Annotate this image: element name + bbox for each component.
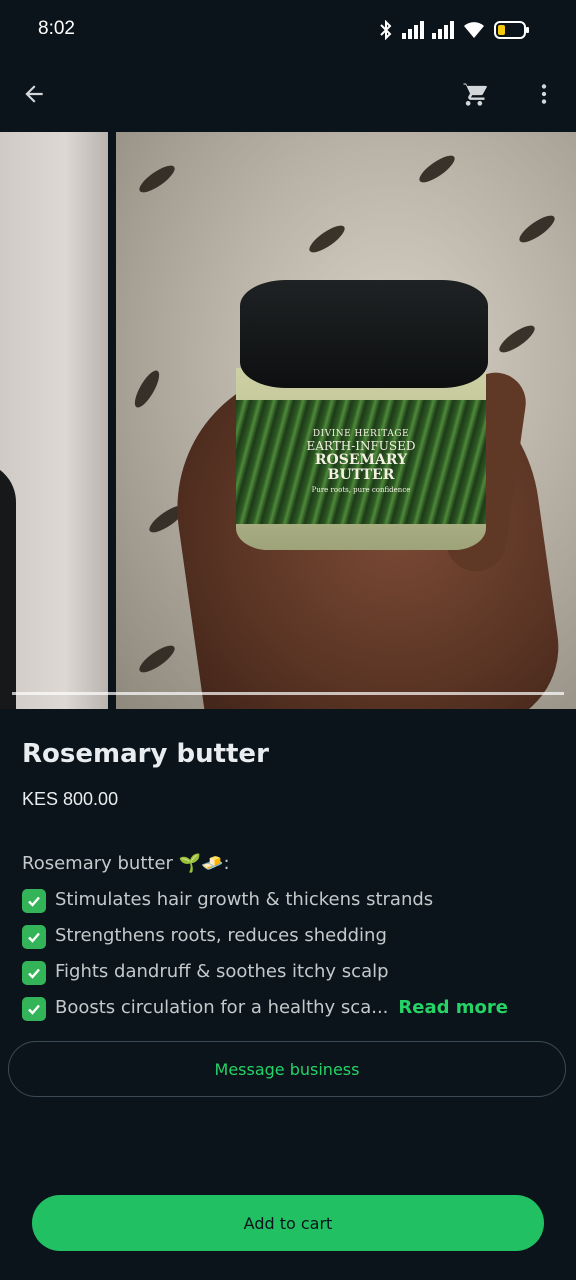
product-title: Rosemary butter <box>22 739 269 769</box>
jar-edge <box>0 462 16 709</box>
shadow-leaf <box>130 367 164 411</box>
signal-icon <box>402 21 424 39</box>
cart-icon <box>463 82 488 106</box>
shadow-leaf <box>135 161 179 197</box>
signal-icon <box>432 21 454 39</box>
description-intro: Rosemary butter 🌱🧈: <box>22 851 562 887</box>
message-business-button[interactable]: Message business <box>8 1041 566 1097</box>
back-button[interactable] <box>10 70 58 118</box>
gallery-divider <box>108 132 116 709</box>
check-icon <box>22 889 46 913</box>
gallery-indicator <box>12 692 564 695</box>
description-bullet: Stimulates hair growth & thickens strand… <box>22 887 562 923</box>
jar-line: EARTH-INFUSED <box>306 438 416 453</box>
bullet-text: Fights dandruff & soothes itchy scalp <box>55 961 389 982</box>
check-icon <box>22 961 46 985</box>
check-icon <box>22 997 46 1021</box>
more-vert-icon <box>541 84 547 104</box>
wifi-icon <box>464 22 484 38</box>
check-icon <box>22 925 46 949</box>
jar-name-2: BUTTER <box>327 467 395 484</box>
shadow-leaf <box>135 641 179 677</box>
status-time: 8:02 <box>38 18 75 39</box>
shadow-leaf <box>515 211 559 247</box>
status-icons <box>378 18 530 42</box>
app-bar <box>0 56 576 132</box>
description-bullet: Boosts circulation for a healthy sca... … <box>22 995 562 1031</box>
bullet-text: Boosts circulation for a healthy sca... <box>55 997 389 1018</box>
bluetooth-icon <box>380 20 392 40</box>
jar-lid <box>240 280 488 388</box>
arrow-back-icon <box>25 85 43 103</box>
shadow-leaf <box>305 221 349 257</box>
shadow-leaf <box>495 321 539 357</box>
bullet-text: Strengthens roots, reduces shedding <box>55 925 387 946</box>
product-price: KES 800.00 <box>22 789 119 809</box>
product-photo[interactable]: DIVINE HERITAGE EARTH-INFUSED ROSEMARY B… <box>116 132 576 709</box>
cart-button[interactable] <box>450 70 498 118</box>
battery-icon <box>494 21 529 39</box>
previous-product-photo[interactable] <box>0 132 108 709</box>
jar-tagline: Pure roots, pure confidence <box>311 485 411 494</box>
read-more-link[interactable]: Read more <box>398 995 508 1021</box>
jar-name-1: ROSEMARY <box>314 451 408 468</box>
product-description: Rosemary butter 🌱🧈: Stimulates hair grow… <box>22 851 562 1031</box>
product-details: Rosemary butter KES 800.00 Rosemary butt… <box>0 709 576 1280</box>
status-bar: 8:02 <box>0 0 576 56</box>
description-bullet: Fights dandruff & soothes itchy scalp <box>22 959 562 995</box>
description-intro-text: Rosemary butter 🌱🧈: <box>22 853 230 874</box>
shadow-leaf <box>415 151 459 187</box>
bullet-text: Stimulates hair growth & thickens strand… <box>55 889 434 910</box>
jar-label: DIVINE HERITAGE EARTH-INFUSED ROSEMARY B… <box>236 400 486 524</box>
product-image-gallery[interactable]: DIVINE HERITAGE EARTH-INFUSED ROSEMARY B… <box>0 132 576 709</box>
description-bullet: Strengthens roots, reduces shedding <box>22 923 562 959</box>
more-options-button[interactable] <box>520 70 568 118</box>
add-to-cart-button[interactable]: Add to cart <box>32 1195 544 1251</box>
